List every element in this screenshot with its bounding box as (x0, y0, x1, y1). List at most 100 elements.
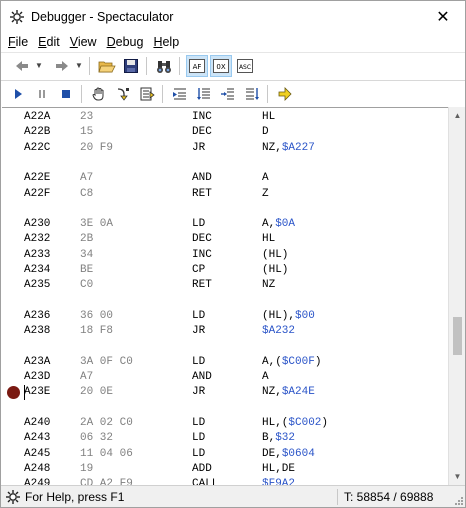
main-toolbar: ▼ ▼ AF 0X ASC (1, 52, 465, 78)
pause-button[interactable] (31, 83, 53, 105)
operand-text: (HL) (262, 264, 289, 276)
line-address: A248 (24, 462, 51, 475)
disassembly-line[interactable]: A238 18 F8 JR $A232 (2, 324, 448, 339)
line-mnemonic: DEC (192, 126, 212, 139)
disassembly-line[interactable]: A23D A7 AND A (2, 370, 448, 385)
disassembly-line[interactable]: A22E A7 AND A (2, 171, 448, 186)
disassembly-line[interactable]: A22A 23 INC HL (2, 110, 448, 125)
disassembly-line[interactable]: A249 CD A2 F9 CALL $F9A2 (2, 477, 448, 485)
line-mnemonic: AND (192, 172, 212, 185)
step-out-button[interactable] (217, 83, 239, 105)
execute-button[interactable] (274, 83, 296, 105)
scroll-down-icon[interactable]: ▼ (449, 468, 466, 485)
stop-button[interactable] (55, 83, 77, 105)
debugger-window: Debugger - Spectaculator ✕ File Edit Vie… (0, 0, 466, 508)
line-bytes: 18 F8 (80, 325, 114, 338)
run-to-cursor-icon (173, 88, 186, 99)
run-to-return-button[interactable] (193, 83, 215, 105)
spectaculator-app-icon (9, 9, 25, 25)
app-status-icon (5, 489, 21, 505)
line-bytes: 20 F9 (80, 141, 114, 154)
disassembly-line[interactable]: A23A 3A 0F C0 LD A,($C00F) (2, 355, 448, 370)
hand-button[interactable] (88, 83, 110, 105)
line-address: A240 (24, 417, 51, 429)
disassembly-line[interactable]: A22C 20 F9 JR NZ,$A227 (2, 141, 448, 156)
step-over-button[interactable] (136, 83, 158, 105)
line-address: A22E (24, 172, 51, 185)
line-bytes: 2B (80, 233, 94, 246)
menu-help[interactable]: Help (148, 32, 184, 52)
view-asc-toggle[interactable]: ASC (234, 55, 256, 77)
find-binoculars-icon (157, 60, 171, 73)
save-button[interactable] (120, 55, 142, 77)
breakpoint-marker-icon[interactable] (7, 386, 20, 400)
line-mnemonic: CP (192, 264, 206, 276)
menu-debug[interactable]: Debug (102, 32, 149, 52)
back-dropdown[interactable]: ▼ (33, 55, 45, 77)
line-mnemonic: JR (192, 386, 206, 399)
forward-dropdown[interactable]: ▼ (73, 55, 85, 77)
view-hex-toggle[interactable]: 0X (210, 54, 232, 77)
vertical-scrollbar[interactable]: ▲ ▼ (448, 107, 465, 485)
operand-number: $0604 (281, 447, 315, 460)
menu-view[interactable]: View (65, 32, 102, 52)
toolbar-separator (267, 84, 268, 103)
operand-text: D (262, 126, 269, 139)
step-into-button[interactable] (112, 83, 134, 105)
line-mnemonic: CALL (192, 478, 219, 485)
go-to-address-button[interactable] (241, 83, 263, 105)
menu-edit[interactable]: Edit (33, 32, 65, 52)
disassembly-line[interactable]: A234 BE CP (HL) (2, 263, 448, 278)
disassembly-line[interactable]: A230 3E 0A LD A,$0A (2, 217, 448, 232)
line-address: A243 (24, 432, 51, 445)
line-address: A23A (24, 355, 51, 368)
line-operands: (HL),$00 (262, 309, 315, 324)
svg-text:AF: AF (193, 63, 202, 71)
disassembly-line[interactable]: A248 19 ADD HL,DE (2, 462, 448, 477)
disassembly-line[interactable]: A22F C8 RET Z (2, 187, 448, 202)
resize-grip-icon[interactable] (453, 495, 463, 505)
back-button[interactable] (11, 55, 33, 77)
disassembly-line[interactable]: A23E 20 0E JR NZ,$A24E (2, 385, 448, 401)
line-operands: $F9A2 (262, 477, 295, 485)
disassembly-line[interactable]: A245 11 04 06 LD DE,$0604 (2, 447, 448, 462)
menu-file[interactable]: File (3, 32, 33, 52)
line-operands: NZ (262, 278, 275, 293)
disassembly-line[interactable]: A243 06 32 LD B,$32 (2, 431, 448, 446)
run-to-return-icon (197, 87, 210, 100)
line-address: A234 (24, 264, 51, 276)
disassembly-line[interactable]: A233 34 INC (HL) (2, 248, 448, 263)
disassembly-line[interactable]: A235 C0 RET NZ (2, 278, 448, 293)
operand-text: NZ, (262, 141, 282, 154)
run-button[interactable] (7, 83, 29, 105)
menu-bar: File Edit View Debug Help (1, 32, 465, 52)
scrollbar-thumb[interactable] (453, 317, 462, 355)
line-operands: DE,$0604 (262, 447, 315, 462)
line-address: A23E (24, 386, 51, 399)
step-over-icon (140, 87, 155, 100)
run-icon (15, 88, 22, 99)
close-button[interactable]: ✕ (421, 1, 465, 32)
disassembly-view[interactable]: A22A 23 INC HL A22B 15 DEC D A22C 20 F9 JR NZ,$A227… (2, 107, 448, 485)
operand-tail: ) (321, 417, 329, 429)
line-operands: A,$0A (262, 217, 295, 232)
run-to-cursor-button[interactable] (169, 83, 191, 105)
toolbar-separator (146, 56, 147, 75)
line-bytes: A7 (80, 172, 94, 185)
line-bytes: 15 (80, 126, 94, 139)
view-af-toggle[interactable]: AF (186, 54, 208, 77)
disassembly-line[interactable]: A232 2B DEC HL (2, 232, 448, 247)
forward-button[interactable] (51, 55, 73, 77)
line-address: A236 (24, 309, 51, 322)
find-button[interactable] (153, 55, 175, 77)
svg-text:ASC: ASC (239, 64, 251, 71)
step-out-icon (221, 88, 234, 99)
disassembly-line[interactable]: A22B 15 DEC D (2, 125, 448, 140)
disassembly-line[interactable]: A236 36 00 LD (HL),$00 (2, 309, 448, 324)
scroll-up-icon[interactable]: ▲ (449, 107, 466, 124)
disassembly-line[interactable]: A240 2A 02 C0 LD HL,($C002) (2, 416, 448, 431)
open-button[interactable] (96, 55, 118, 77)
line-address: A22C (24, 141, 51, 154)
operand-text: A, (262, 218, 276, 231)
line-address: A22F (24, 187, 51, 200)
